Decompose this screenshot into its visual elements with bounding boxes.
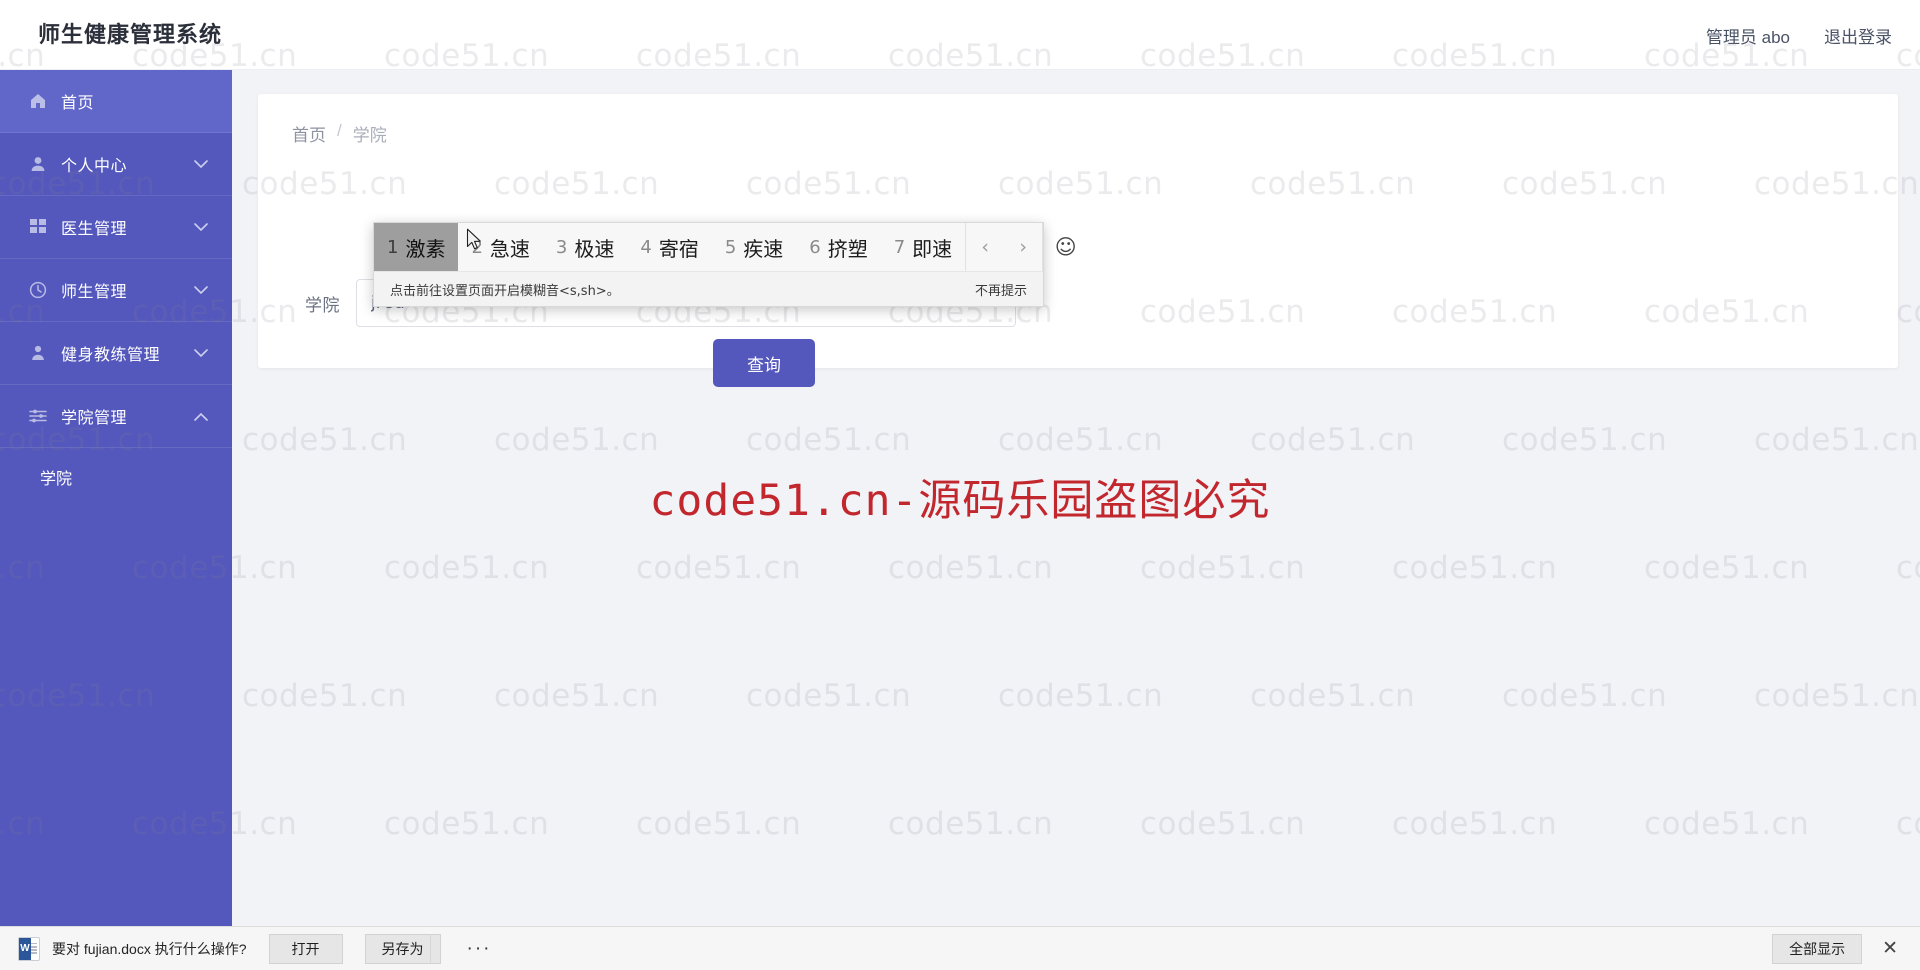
ime-candidate-2[interactable]: 2 急速 [458,223,542,271]
ime-footer-bar: 点击前往设置页面开启模糊音<s,sh>。 不再提示 [374,271,1043,306]
ime-candidate-4[interactable]: 4 寄宿 [627,223,711,271]
ime-candidate-1[interactable]: 1 激素 [374,223,459,271]
sidebar-item-fitness-coach-management[interactable]: 健身教练管理 [0,322,232,385]
show-all-downloads-button[interactable]: 全部显示 [1772,933,1863,964]
current-user-label: 管理员 abo [1705,27,1790,47]
open-file-button[interactable]: 打开 [268,933,343,964]
sidebar-filler [0,490,232,970]
person-icon [27,342,49,364]
close-icon[interactable]: ✕ [1876,937,1904,960]
sidebar-nav: 首页 个人中心 医生管理 师生管理 健身教练管理 学院管理 学院 [0,70,232,970]
ime-candidate-word: 寄宿 [658,236,699,261]
ime-candidate-number: 2 [471,236,483,258]
ime-footer-hint[interactable]: 点击前往设置页面开启模糊音<s,sh>。 [390,280,620,299]
sidebar-item-teacher-student-management[interactable]: 师生管理 [0,259,232,322]
download-info: 要对 fujian.docx 执行什么操作? [0,936,247,961]
sidebar-item-label: 健身教练管理 [61,347,161,364]
ime-candidate-number: 3 [555,236,568,258]
ime-dismiss-button[interactable]: 不再提示 [975,280,1027,299]
ime-candidate-popup: 1 激素 2 急速 3 极速 4 寄宿 5 疾速 6 挤塑 7 即速 ‹ › ☺… [373,222,1077,307]
ime-candidate-word: 极速 [574,236,615,261]
breadcrumb-current: 学院 [352,126,387,145]
breadcrumb: 首页 / 学院 [292,121,387,146]
college-field-label: 学院 [305,295,340,315]
breadcrumb-home[interactable]: 首页 [292,121,326,146]
download-bar-divider [430,934,431,964]
ime-candidate-7[interactable]: 7 即速 [881,223,965,271]
sidebar-item-label: 师生管理 [61,284,128,301]
ime-candidate-number: 7 [893,236,906,258]
smiley-icon[interactable]: ☺ [1042,223,1088,271]
user-icon [27,153,49,175]
app-brand-title: 师生健康管理系统 [38,22,223,47]
sidebar-item-label: 个人中心 [61,158,128,175]
sliders-icon [27,405,49,427]
app-root: 师生健康管理系统 管理员 abo 退出登录 首页 个人中心 医生管理 师生管理 … [0,0,1920,970]
sidebar-item-label: 医生管理 [61,221,128,238]
chevron-up-icon [188,412,214,421]
search-button[interactable]: 查询 [713,339,815,387]
download-notification-bar: 要对 fujian.docx 执行什么操作? 打开 另存为 ··· 全部显示 ✕ [0,926,1920,970]
chevron-left-icon[interactable]: ‹ [966,223,1004,271]
sidebar-item-label: 首页 [61,95,95,112]
chevron-right-icon[interactable]: › [1004,223,1042,271]
ime-candidate-word: 即速 [912,236,953,261]
ime-candidate-list: 1 激素 2 急速 3 极速 4 寄宿 5 疾速 6 挤塑 7 即速 ‹ › ☺ [374,223,1077,271]
download-bar-right: 全部显示 ✕ [1750,933,1920,964]
top-header: 师生健康管理系统 管理员 abo 退出登录 [0,0,1920,70]
sidebar-item-doctor-management[interactable]: 医生管理 [0,196,232,259]
sidebar-item-college-management[interactable]: 学院管理 [0,385,232,448]
download-more-options-button[interactable]: ··· [467,938,492,960]
ime-candidate-word: 急速 [489,236,530,261]
chevron-down-icon [188,285,214,295]
sidebar-subitem-label: 学院 [40,471,73,488]
download-message: 要对 fujian.docx 执行什么操作? [52,940,247,957]
ime-candidate-number: 4 [640,236,652,258]
ime-candidate-word: 疾速 [743,236,784,261]
ime-nav-controls: ‹ › ☺ [965,223,1088,271]
ime-candidate-word: 激素 [405,236,446,261]
ime-candidate-3[interactable]: 3 极速 [543,223,627,271]
ime-candidate-6[interactable]: 6 挤塑 [796,223,880,271]
sidebar-item-home[interactable]: 首页 [0,70,232,133]
chevron-down-icon [188,222,214,232]
ime-candidate-5[interactable]: 5 疾速 [712,223,796,271]
ime-candidate-number: 6 [809,236,821,258]
home-icon [27,90,49,112]
chevron-down-icon [188,348,214,358]
grid-icon [27,216,49,238]
ime-candidate-word: 挤塑 [827,236,868,261]
sidebar-item-personal-center[interactable]: 个人中心 [0,133,232,196]
header-user-area: 管理员 abo 退出登录 [1706,0,1892,70]
breadcrumb-separator: / [337,121,342,140]
ime-candidate-number: 1 [387,236,399,258]
ime-candidate-number: 5 [724,236,737,258]
main-content: 首页 / 学院 学院 查询 [232,70,1920,970]
chevron-down-icon [188,159,214,169]
logout-button[interactable]: 退出登录 [1824,23,1892,48]
clock-icon [27,279,49,301]
sidebar-item-label: 学院管理 [61,410,128,427]
word-doc-icon [18,936,40,961]
